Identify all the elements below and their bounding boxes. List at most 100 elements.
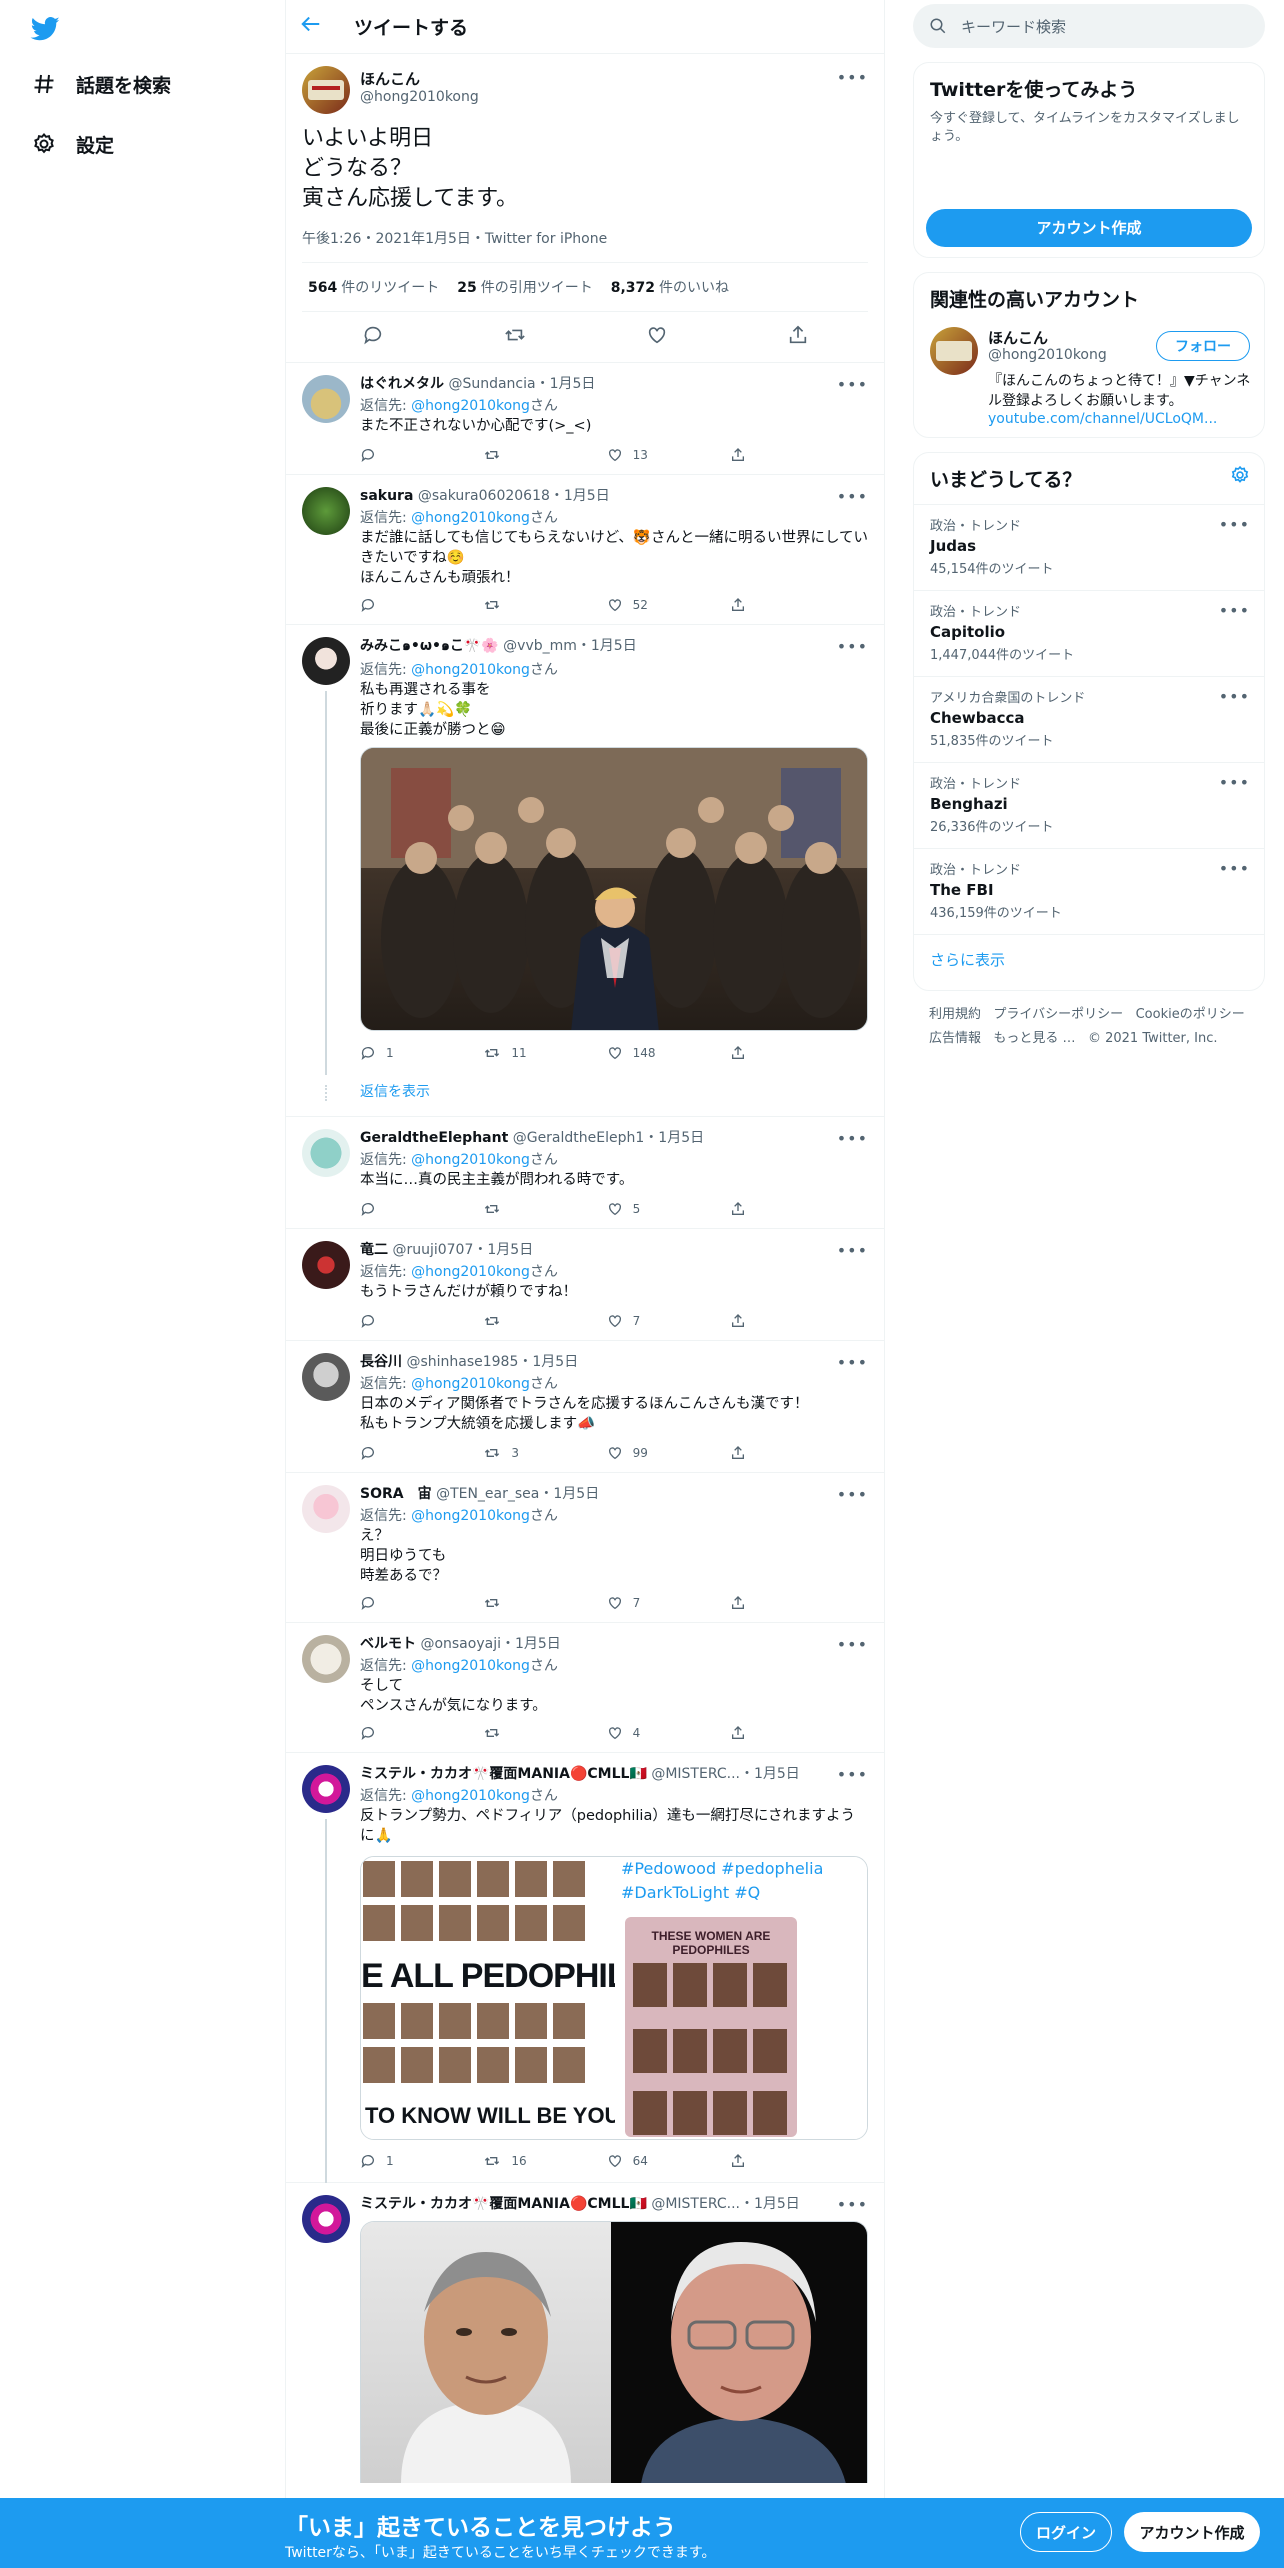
share-button[interactable] — [730, 1201, 790, 1217]
retweet-button[interactable]: 3 — [483, 1445, 543, 1461]
reply-author-name[interactable]: ベルモト — [360, 1636, 416, 1652]
reply-author-name[interactable]: 竜二 — [360, 1242, 388, 1258]
avatar[interactable] — [302, 2195, 350, 2243]
avatar[interactable] — [302, 1129, 350, 1177]
twitter-logo-icon[interactable] — [28, 14, 62, 44]
reply-to-link[interactable]: @hong2010kong — [411, 398, 530, 414]
trend-item[interactable]: 政治・トレンド The FBI 436,159件のツイート ••• — [914, 848, 1264, 934]
reply-author-handle[interactable]: @Sundancia — [448, 376, 535, 392]
reply-to-link[interactable]: @hong2010kong — [411, 1264, 530, 1280]
reply-author-name[interactable]: sakura — [360, 488, 413, 504]
more-icon[interactable]: ••• — [837, 1765, 868, 1784]
reply-button[interactable]: 1 — [360, 2153, 420, 2169]
share-icon[interactable] — [787, 324, 809, 350]
reply-button[interactable] — [360, 1725, 420, 1741]
more-icon[interactable]: ••• — [837, 637, 868, 656]
reply-author-name[interactable]: みみこ๑•ω•๑こ🎌🌸 — [360, 638, 499, 654]
avatar[interactable] — [302, 66, 350, 114]
reply-to-link[interactable]: @hong2010kong — [411, 662, 530, 678]
like-button[interactable]: 52 — [607, 597, 667, 613]
more-icon[interactable]: ••• — [837, 1485, 868, 1504]
retweet-icon[interactable] — [503, 324, 527, 350]
reply-date[interactable]: ・1月5日 — [539, 1486, 599, 1502]
reply-icon[interactable] — [362, 324, 384, 350]
trend-item[interactable]: アメリカ合衆国のトレンド Chewbacca 51,835件のツイート ••• — [914, 676, 1264, 762]
retweet-button[interactable]: 16 — [483, 2153, 543, 2169]
tweet-image[interactable] — [360, 747, 868, 1031]
reply-to-link[interactable]: @hong2010kong — [411, 1788, 530, 1804]
reply-tweet[interactable]: ミステル・カカオ🎌覆面MANIA🔴CMLL🇲🇽 @MISTERC...・1月5日… — [286, 2183, 884, 2483]
share-button[interactable] — [730, 1045, 790, 1061]
like-button[interactable]: 13 — [607, 447, 667, 463]
more-icon[interactable]: ••• — [837, 375, 868, 394]
reply-button[interactable] — [360, 1445, 420, 1461]
more-icon[interactable]: ••• — [1219, 515, 1250, 534]
reply-button[interactable] — [360, 1595, 420, 1611]
reply-author-handle[interactable]: @GeraldtheEleph1 — [513, 1130, 645, 1146]
share-button[interactable] — [730, 1445, 790, 1461]
trend-item[interactable]: 政治・トレンド Capitolio 1,447,044件のツイート ••• — [914, 590, 1264, 676]
share-button[interactable] — [730, 2153, 790, 2169]
avatar[interactable] — [302, 1765, 350, 1813]
related-account-handle[interactable]: @hong2010kong — [988, 347, 1107, 363]
reply-date[interactable]: ・1月5日 — [644, 1130, 704, 1146]
reply-tweet[interactable]: 竜二 @ruuji0707・1月5日 返信先: @hong2010kongさん … — [286, 1229, 884, 1341]
share-button[interactable] — [730, 597, 790, 613]
reply-author-name[interactable]: はぐれメタル — [360, 376, 444, 392]
reply-tweet[interactable]: はぐれメタル @Sundancia・1月5日 返信先: @hong2010kon… — [286, 363, 884, 475]
more-icon[interactable]: ••• — [1219, 773, 1250, 792]
reply-to-link[interactable]: @hong2010kong — [411, 1376, 530, 1392]
follow-button[interactable]: フォロー — [1156, 331, 1250, 361]
footer-more-link[interactable]: もっと見る … — [993, 1031, 1075, 1046]
reply-author-name[interactable]: ミステル・カカオ🎌覆面MANIA🔴CMLL🇲🇽 — [360, 1766, 647, 1782]
login-button[interactable]: ログイン — [1020, 2512, 1112, 2552]
like-button[interactable]: 7 — [607, 1595, 667, 1611]
more-icon[interactable]: ••• — [837, 1635, 868, 1654]
reply-button[interactable] — [360, 447, 420, 463]
tweet-timestamp[interactable]: 午後1:26・2021年1月5日・Twitter for iPhone — [302, 228, 868, 263]
reply-author-name[interactable]: GeraldtheElephant — [360, 1130, 508, 1146]
related-account-name[interactable]: ほんこん — [988, 327, 1048, 348]
reply-to-link[interactable]: @hong2010kong — [411, 1152, 530, 1168]
like-button[interactable]: 99 — [607, 1445, 667, 1461]
avatar[interactable] — [302, 1485, 350, 1533]
trend-item[interactable]: 政治・トレンド Judas 45,154件のツイート ••• — [914, 504, 1264, 590]
reply-author-name[interactable]: SORA 宙 — [360, 1486, 432, 1502]
retweet-button[interactable] — [483, 447, 543, 463]
tweet-image[interactable]: E ALL PEDOPHILES TO KNOW WILL BE YOURS #… — [360, 1856, 868, 2140]
nav-explore[interactable]: 話題を検索 — [30, 70, 171, 98]
nav-settings[interactable]: 設定 — [30, 130, 114, 158]
like-stat[interactable]: 8,372 件のいいね — [611, 277, 729, 297]
more-icon[interactable]: ••• — [1219, 601, 1250, 620]
reply-author-handle[interactable]: @MISTERC... — [651, 2196, 740, 2212]
reply-author-handle[interactable]: @vvb_mm — [503, 638, 577, 654]
signup-button[interactable]: アカウント作成 — [1124, 2512, 1260, 2552]
more-icon[interactable]: ••• — [837, 487, 868, 506]
back-arrow-icon[interactable] — [300, 13, 344, 41]
share-button[interactable] — [730, 1725, 790, 1741]
reply-date[interactable]: ・1月5日 — [501, 1636, 561, 1652]
footer-privacy-link[interactable]: プライバシーポリシー — [993, 1007, 1123, 1022]
avatar[interactable] — [302, 637, 350, 685]
create-account-button[interactable]: アカウント作成 — [926, 209, 1252, 247]
reply-tweet[interactable]: SORA 宙 @TEN_ear_sea・1月5日 返信先: @hong2010k… — [286, 1473, 884, 1623]
author-name[interactable]: ほんこん — [360, 68, 420, 89]
reply-date[interactable]: ・1月5日 — [536, 376, 596, 392]
like-button[interactable]: 4 — [607, 1725, 667, 1741]
reply-to-link[interactable]: @hong2010kong — [411, 510, 530, 526]
retweet-button[interactable] — [483, 1595, 543, 1611]
search-input[interactable]: キーワード検索 — [961, 16, 1066, 37]
reply-date[interactable]: ・1月5日 — [740, 1766, 800, 1782]
retweet-button[interactable] — [483, 597, 543, 613]
share-button[interactable] — [730, 1595, 790, 1611]
reply-author-handle[interactable]: @sakura06020618 — [418, 488, 550, 504]
like-icon[interactable] — [646, 324, 668, 350]
reply-button[interactable] — [360, 1313, 420, 1329]
reply-button[interactable] — [360, 1201, 420, 1217]
avatar[interactable] — [930, 327, 978, 375]
reply-tweet[interactable]: sakura @sakura06020618・1月5日 返信先: @hong20… — [286, 475, 884, 625]
avatar[interactable] — [302, 487, 350, 535]
footer-terms-link[interactable]: 利用規約 — [929, 1007, 981, 1022]
reply-tweet[interactable]: GeraldtheElephant @GeraldtheEleph1・1月5日 … — [286, 1117, 884, 1229]
like-button[interactable]: 148 — [607, 1045, 667, 1061]
